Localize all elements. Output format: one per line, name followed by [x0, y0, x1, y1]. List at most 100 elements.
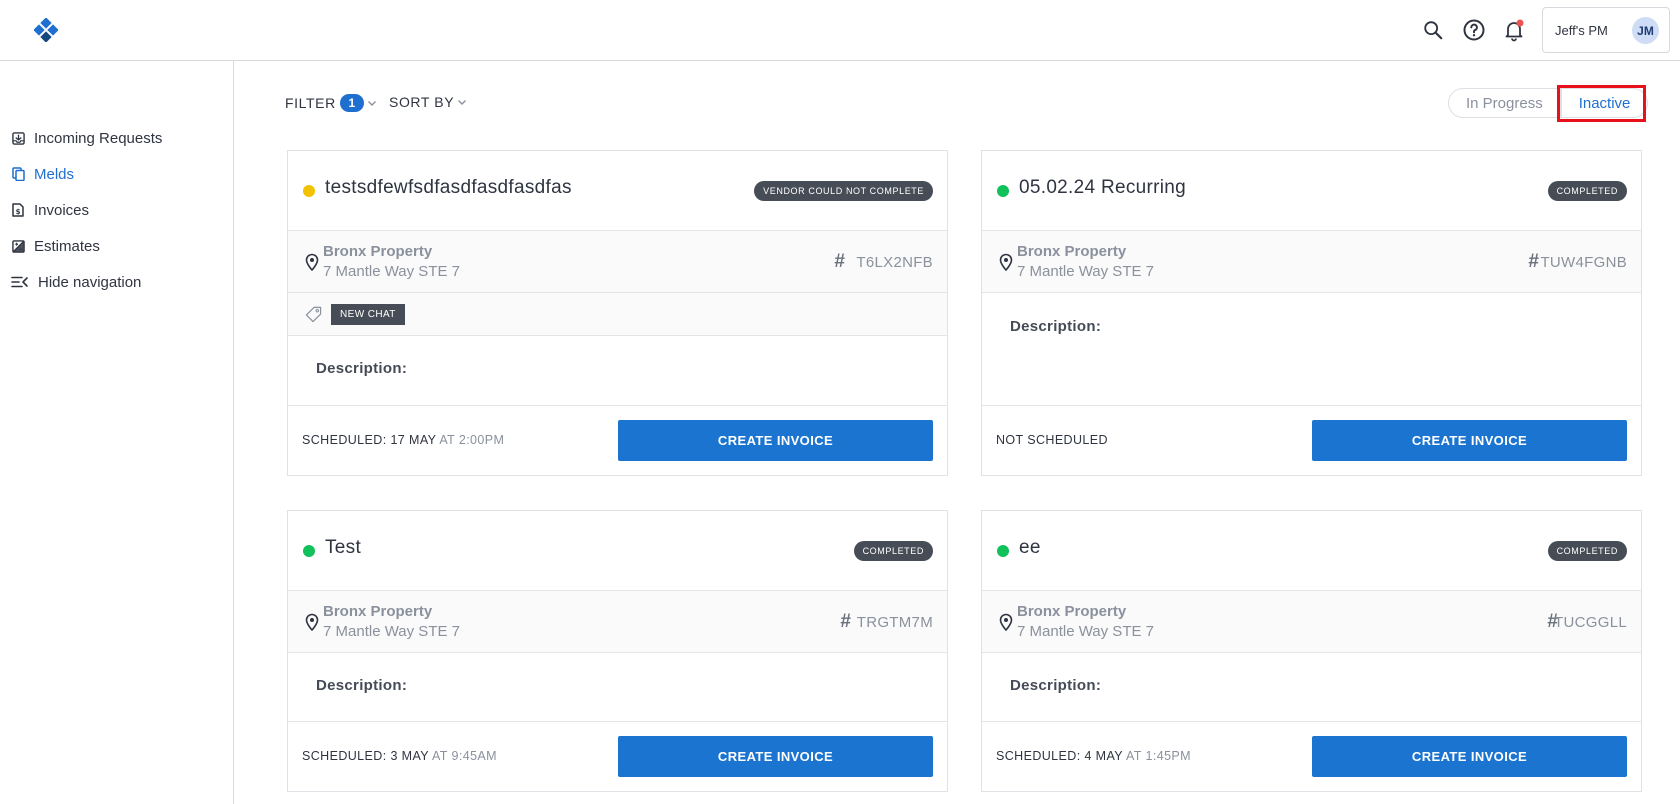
schedule-date: SCHEDULED: 3 MAY: [302, 749, 429, 763]
location-pin-icon: [305, 613, 319, 631]
create-invoice-button[interactable]: CREATE INVOICE: [1312, 420, 1627, 461]
search-icon[interactable]: [1419, 16, 1447, 44]
description-label: Description:: [1010, 318, 1102, 335]
description-label: Description:: [1010, 677, 1102, 694]
card-header: testsdfewfsdfasdfasdfasdfas VENDOR COULD…: [288, 151, 947, 231]
card-footer: SCHEDULED: 17 MAY AT 2:00PM CREATE INVOI…: [288, 406, 947, 475]
card-description: Description:: [982, 293, 1641, 406]
card-title[interactable]: 05.02.24 Recurring: [1019, 177, 1186, 199]
notification-bell-icon[interactable]: [1500, 16, 1528, 44]
sidebar-item-incoming-requests[interactable]: Incoming Requests: [11, 126, 162, 150]
create-invoice-button[interactable]: CREATE INVOICE: [618, 736, 933, 777]
status-badge: COMPLETED: [1547, 181, 1627, 201]
card-footer: SCHEDULED: 4 MAY AT 1:45PM CREATE INVOIC…: [982, 722, 1641, 791]
sidebar-item-hide-navigation[interactable]: Hide navigation: [11, 270, 141, 294]
schedule-date: NOT SCHEDULED: [996, 433, 1108, 447]
invoice-icon: $: [11, 203, 25, 217]
card-property: Bronx Property 7 Mantle Way STE 7 # T6LX…: [288, 231, 947, 293]
filter-count-badge: 1: [339, 94, 364, 112]
property-name[interactable]: Bronx Property: [323, 603, 432, 620]
create-invoice-button[interactable]: CREATE INVOICE: [618, 420, 933, 461]
description-label: Description:: [316, 677, 408, 694]
sort-by-button[interactable]: SORT BY: [389, 94, 467, 110]
card-description: Description:: [982, 653, 1641, 722]
card-title[interactable]: testsdfewfsdfasdfasdfasdfas: [325, 177, 572, 199]
tab-inactive[interactable]: Inactive: [1560, 88, 1649, 118]
location-pin-icon: [999, 253, 1013, 271]
location-pin-icon: [999, 613, 1013, 631]
meld-code: TRGTM7M: [856, 614, 933, 631]
schedule-text: NOT SCHEDULED: [996, 433, 1108, 447]
help-icon[interactable]: [1460, 16, 1488, 44]
chevron-down-icon: [458, 100, 467, 105]
status-dot: [997, 185, 1009, 197]
schedule-time: AT 1:45PM: [1126, 749, 1191, 763]
card-title[interactable]: ee: [1019, 537, 1041, 559]
schedule-text: SCHEDULED: 17 MAY AT 2:00PM: [302, 433, 504, 447]
svg-text:$: $: [16, 208, 21, 216]
card-description: Description:: [288, 653, 947, 722]
status-badge: COMPLETED: [853, 541, 933, 561]
top-bar: Jeff's PM JM: [0, 0, 1680, 61]
inbox-icon: [11, 131, 25, 145]
sidebar-item-label: Invoices: [34, 201, 90, 219]
sort-label: SORT BY: [389, 94, 455, 110]
card-header: Test COMPLETED: [288, 511, 947, 591]
copy-icon: [11, 167, 25, 181]
property-name[interactable]: Bronx Property: [323, 243, 432, 260]
property-name[interactable]: Bronx Property: [1017, 243, 1126, 260]
sidebar-item-label: Melds: [34, 165, 75, 183]
card-property: Bronx Property 7 Mantle Way STE 7 # TRGT…: [288, 591, 947, 653]
meld-code: TUCGGLL: [1554, 614, 1627, 631]
card-title[interactable]: Test: [325, 537, 361, 559]
sidebar-item-label: Incoming Requests: [34, 129, 163, 147]
hash-icon: #: [840, 611, 851, 632]
card-property: Bronx Property 7 Mantle Way STE 7 # TUCG…: [982, 591, 1641, 653]
filter-label: FILTER: [285, 95, 336, 111]
hash-icon: #: [1528, 251, 1539, 272]
filter-button[interactable]: FILTER 1: [285, 94, 377, 112]
card-footer: SCHEDULED: 3 MAY AT 9:45AM CREATE INVOIC…: [288, 722, 947, 791]
tab-in-progress[interactable]: In Progress: [1448, 88, 1561, 118]
account-switcher[interactable]: Jeff's PM JM: [1542, 7, 1670, 53]
collapse-menu-icon: [11, 275, 28, 289]
location-pin-icon: [305, 253, 319, 271]
property-address: 7 Mantle Way STE 7: [1017, 623, 1154, 640]
sidebar-item-label: Hide navigation: [38, 273, 142, 291]
app-logo-icon[interactable]: [34, 18, 58, 42]
tag-badge: NEW CHAT: [331, 304, 405, 325]
status-segmented-control: In Progress Inactive: [1448, 88, 1649, 118]
sidebar: Incoming Requests Melds $ Invoices Estim…: [0, 61, 234, 804]
avatar: JM: [1632, 17, 1659, 44]
card-property: Bronx Property 7 Mantle Way STE 7 # TUW4…: [982, 231, 1641, 293]
meld-card[interactable]: 05.02.24 Recurring COMPLETED Bronx Prope…: [981, 150, 1642, 476]
meld-code: T6LX2NFB: [856, 254, 933, 271]
tag-icon: [305, 306, 322, 323]
sidebar-item-invoices[interactable]: $ Invoices: [11, 198, 89, 222]
status-badge: COMPLETED: [1547, 541, 1627, 561]
create-invoice-button[interactable]: CREATE INVOICE: [1312, 736, 1627, 777]
sidebar-item-estimates[interactable]: Estimates: [11, 234, 100, 258]
meld-code: TUW4FGNB: [1540, 254, 1627, 271]
meld-card[interactable]: testsdfewfsdfasdfasdfasdfas VENDOR COULD…: [287, 150, 948, 476]
status-dot: [303, 185, 315, 197]
property-address: 7 Mantle Way STE 7: [323, 263, 460, 280]
property-address: 7 Mantle Way STE 7: [323, 623, 460, 640]
property-address: 7 Mantle Way STE 7: [1017, 263, 1154, 280]
schedule-date: SCHEDULED: 4 MAY: [996, 749, 1123, 763]
chevron-down-icon: [367, 101, 376, 106]
meld-card[interactable]: ee COMPLETED Bronx Property 7 Mantle Way…: [981, 510, 1642, 792]
sidebar-item-label: Estimates: [34, 237, 100, 255]
card-header: ee COMPLETED: [982, 511, 1641, 591]
sidebar-item-melds[interactable]: Melds: [11, 162, 74, 186]
property-name[interactable]: Bronx Property: [1017, 603, 1126, 620]
card-tags: NEW CHAT: [288, 293, 947, 336]
status-dot: [997, 545, 1009, 557]
status-dot: [303, 545, 315, 557]
schedule-text: SCHEDULED: 4 MAY AT 1:45PM: [996, 749, 1191, 763]
meld-card[interactable]: Test COMPLETED Bronx Property 7 Mantle W…: [287, 510, 948, 792]
card-description: Description:: [288, 336, 947, 406]
schedule-text: SCHEDULED: 3 MAY AT 9:45AM: [302, 749, 497, 763]
estimate-icon: [11, 239, 25, 253]
card-footer: NOT SCHEDULED CREATE INVOICE: [982, 406, 1641, 475]
